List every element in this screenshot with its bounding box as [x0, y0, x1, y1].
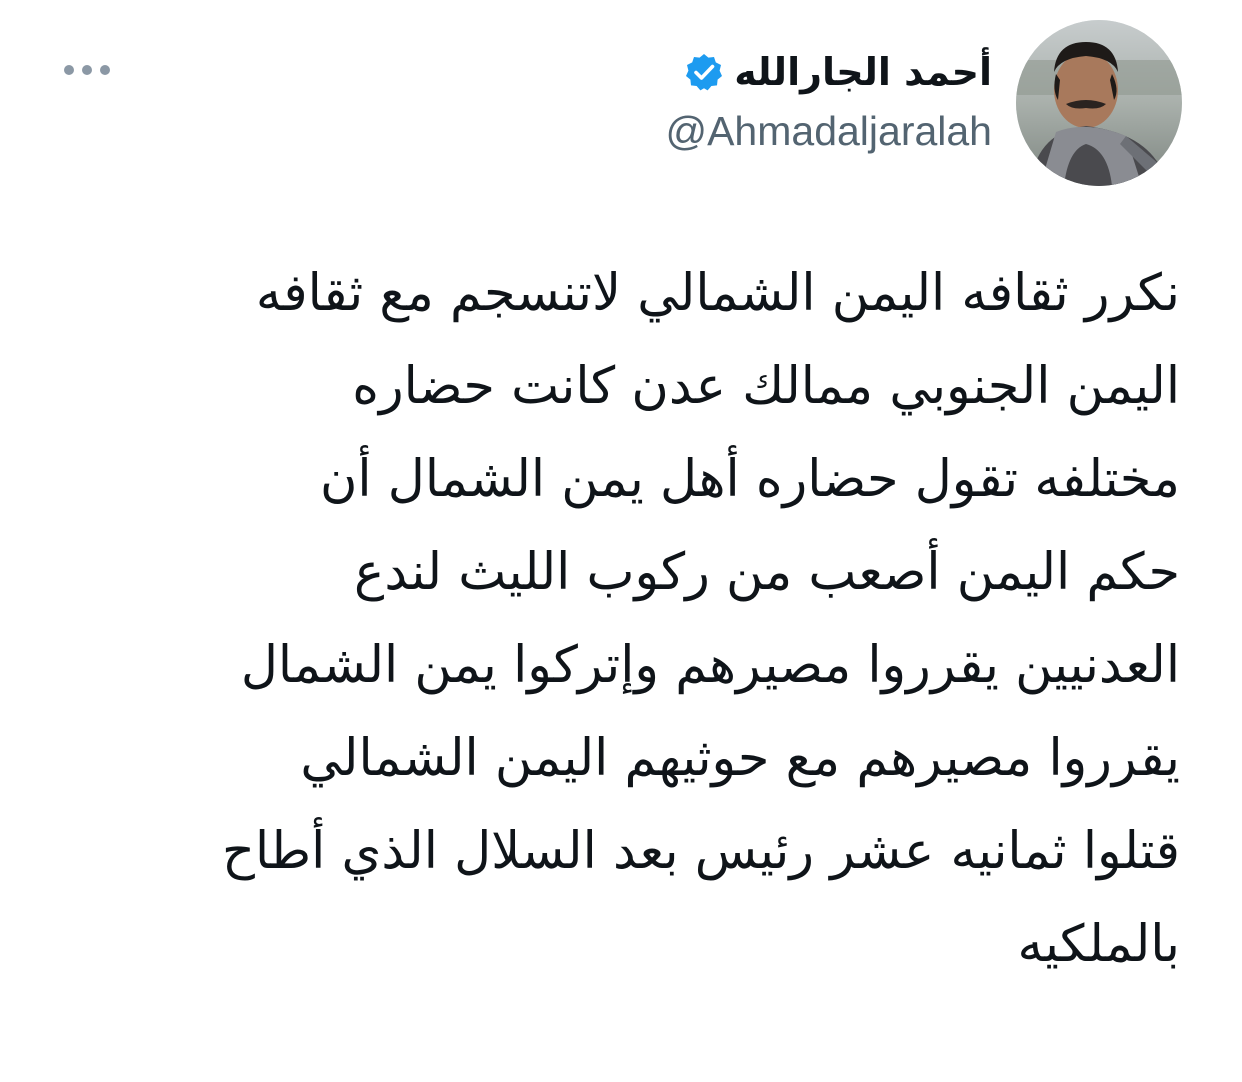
tweet-text-line: نكرر ثقافه اليمن الشمالي لاتنسجم مع ثقاف… — [255, 264, 1180, 323]
more-dot — [100, 65, 110, 75]
tweet-text-line: العدنيين يقرروا مصيرهم وإتركوا يمن الشما… — [240, 636, 1180, 695]
tweet-text-line: حكم اليمن أصعب من ركوب الليث لندع — [353, 543, 1180, 602]
tweet-text-line: مختلفه تقول حضاره أهل يمن الشمال أن — [319, 450, 1180, 509]
tweet-text-line: يقرروا مصيرهم مع حوثيهم اليمن الشمالي — [300, 729, 1180, 788]
author-handle[interactable]: @Ahmadaljaralah — [665, 102, 992, 160]
more-dot — [82, 65, 92, 75]
avatar[interactable] — [1016, 20, 1182, 186]
more-options-icon[interactable] — [64, 58, 110, 82]
tweet-text-line: بالملكيه — [1017, 915, 1180, 974]
verified-badge-icon — [686, 54, 723, 91]
tweet: أحمد الجارالله @Ahmadaljaralah نكرر ثقاف… — [0, 0, 1242, 1082]
tweet-text-line: اليمن الجنوبي ممالك عدن كانت حضاره — [352, 357, 1180, 416]
author-display-name[interactable]: أحمد الجارالله — [734, 44, 992, 100]
more-dot — [64, 65, 74, 75]
author-name-row[interactable]: أحمد الجارالله — [665, 44, 992, 100]
tweet-text: نكرر ثقافه اليمن الشمالي لاتنسجم مع ثقاف… — [60, 247, 1180, 991]
tweet-author: أحمد الجارالله @Ahmadaljaralah — [665, 44, 992, 160]
tweet-text-line: قتلوا ثمانيه عشر رئيس بعد السلال الذي أط… — [222, 822, 1180, 881]
avatar-photo — [1016, 20, 1182, 186]
